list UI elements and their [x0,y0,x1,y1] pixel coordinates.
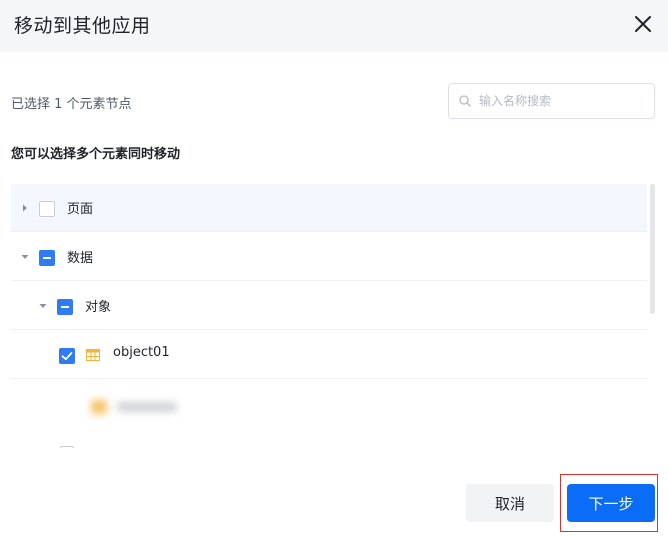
tree-node-checkbox[interactable] [39,250,55,266]
tree-node-data[interactable]: 数据 [11,233,647,281]
tree-node-label: 数据 [67,251,94,266]
tree-node-label: object01 [113,345,170,360]
multi-select-hint: 您可以选择多个元素同时移动 [11,147,181,162]
dialog-header: 移动到其他应用 [0,0,668,52]
tree-scrollbar-thumb[interactable] [650,184,655,314]
selected-count: 已选择 1 个元素节点 [11,97,132,112]
table-icon [86,349,100,361]
caret-right-icon[interactable] [20,203,30,213]
caret-down-icon[interactable] [20,252,30,262]
checkbox-checked-icon[interactable] [59,348,75,364]
tree-node-checkbox[interactable] [39,201,55,217]
tree-node-object[interactable]: 对象 [11,282,647,330]
tree-node-object01[interactable]: object01 [11,331,647,379]
search-input[interactable] [479,84,649,118]
tree-node-checkbox[interactable] [57,299,73,315]
search-icon [459,95,471,107]
tree-node-page[interactable]: 页面 [11,184,647,232]
caret-down-icon[interactable] [38,301,48,311]
element-tree: 页面 数据 对象 object01 [11,184,649,448]
partial-tree-node [11,442,647,448]
next-step-button[interactable]: 下一步 [567,484,655,522]
blurred-tree-node [55,396,185,420]
dialog-title: 移动到其他应用 [14,15,151,37]
cancel-button[interactable]: 取消 [466,484,554,522]
close-icon[interactable] [631,12,655,36]
tree-node-label: 页面 [67,202,94,217]
search-box[interactable] [448,83,655,119]
tree-node-label: 对象 [85,300,112,315]
